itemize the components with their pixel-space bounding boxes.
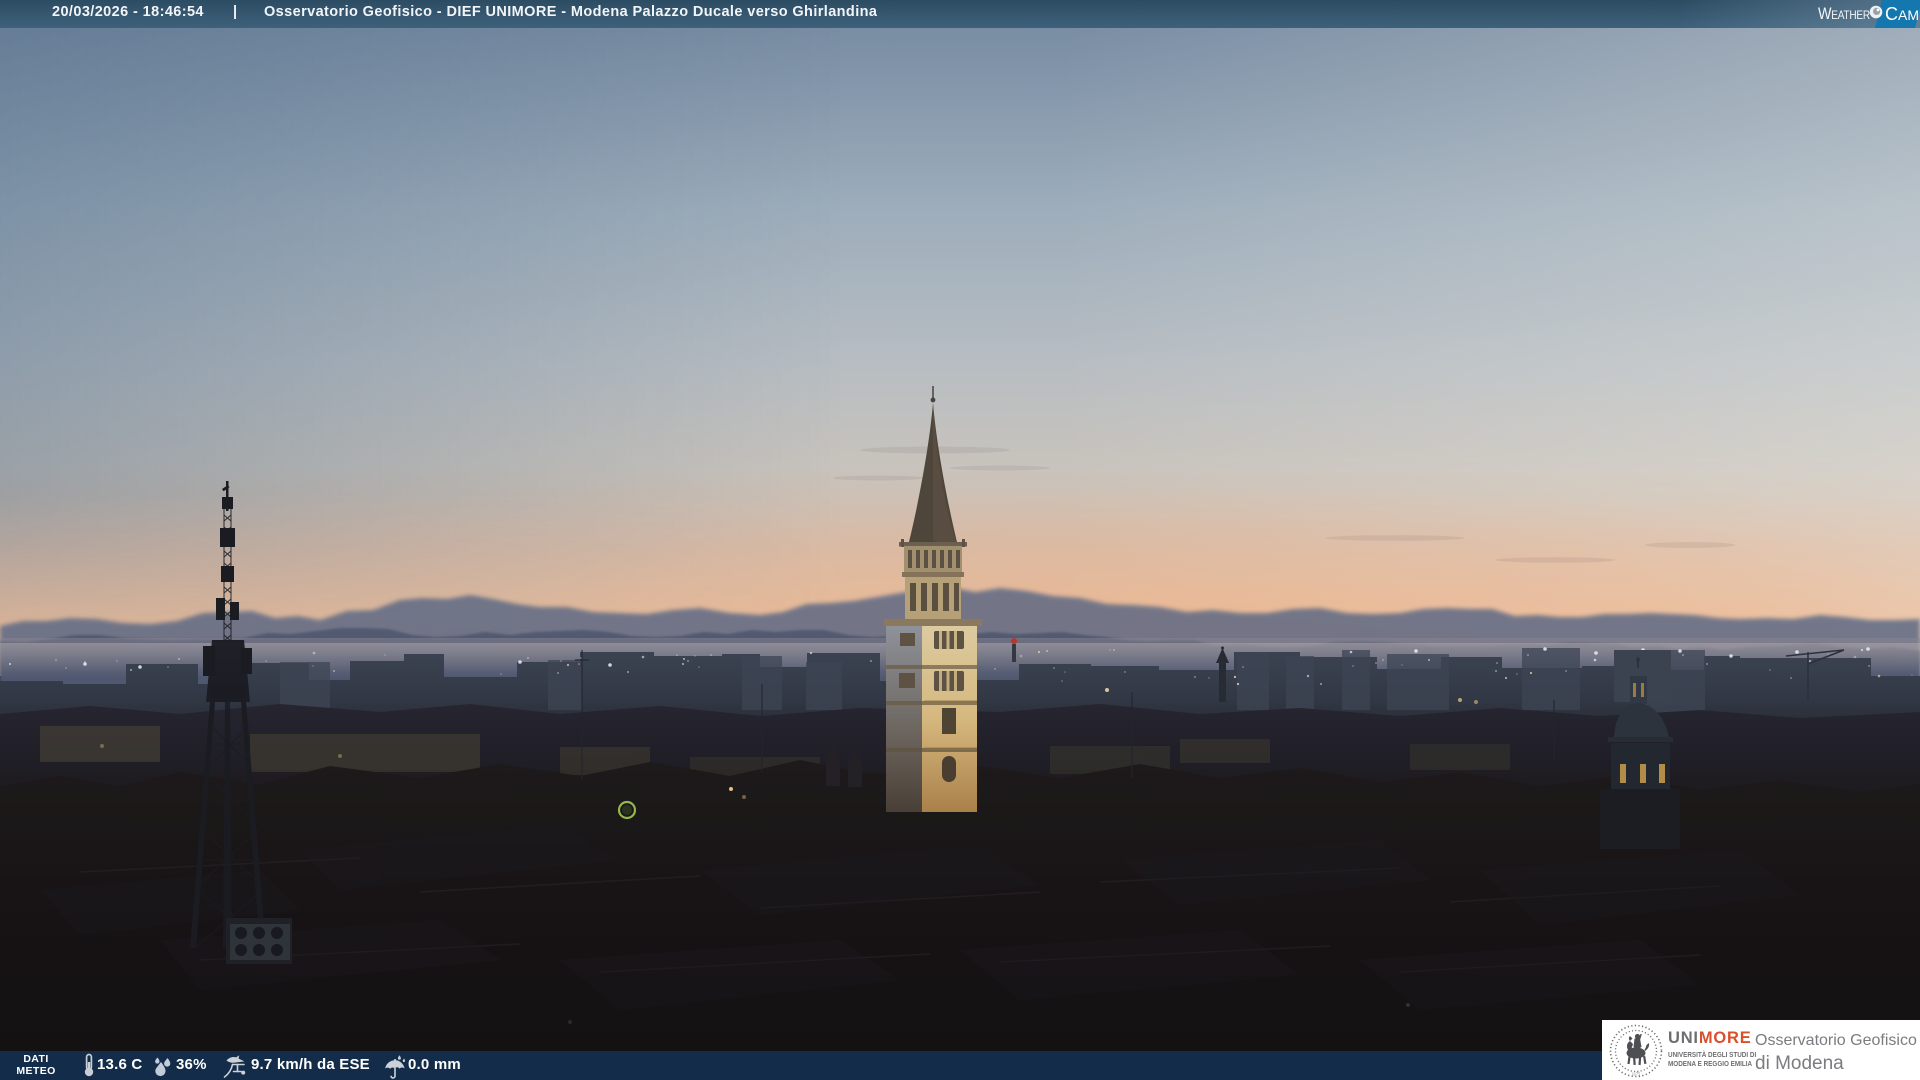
svg-text:1175: 1175 — [1632, 1072, 1640, 1077]
